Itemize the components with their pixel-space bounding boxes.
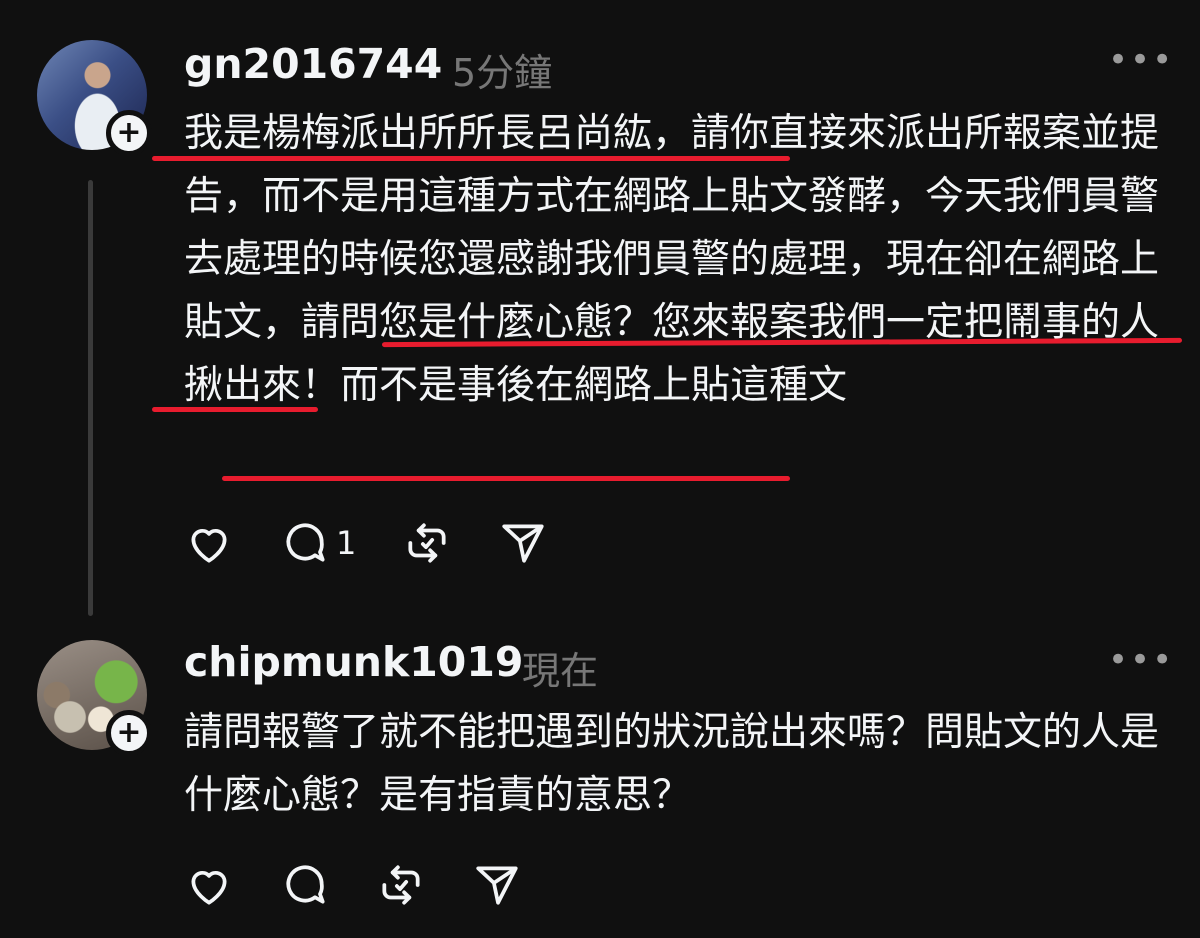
post-text: 我是楊梅派出所所長呂尚紘，請你直接來派出所報案並提告，而不是用這種方式在網路上貼… [184, 111, 1160, 408]
follow-plus-icon[interactable]: + [106, 710, 152, 756]
red-underline-annotation [152, 156, 790, 161]
repost-button[interactable] [402, 518, 452, 568]
follow-plus-icon[interactable]: + [106, 110, 152, 156]
like-button[interactable] [184, 518, 234, 568]
timestamp: 現在 [522, 649, 599, 693]
post-actions: 1 [184, 518, 594, 568]
thread-line [88, 180, 93, 616]
share-button[interactable] [498, 518, 548, 568]
repost-icon [382, 865, 420, 905]
red-underline-annotation [152, 407, 318, 412]
send-icon [502, 524, 544, 563]
like-button[interactable] [184, 860, 234, 910]
repost-icon [408, 523, 446, 563]
red-underline-annotation [222, 476, 790, 481]
reply-button[interactable] [280, 860, 330, 910]
username[interactable]: chipmunk1019 [184, 638, 523, 686]
post-actions [184, 860, 568, 910]
timestamp: 5分鐘 [452, 51, 553, 95]
repost-button[interactable] [376, 860, 426, 910]
username[interactable]: gn2016744 [184, 40, 442, 88]
comment-icon [286, 523, 325, 562]
reply-button[interactable]: 1 [280, 518, 356, 568]
share-button[interactable] [472, 860, 522, 910]
comment-icon [286, 865, 325, 904]
heart-icon [191, 528, 227, 563]
post-text: 請問報警了就不能把遇到的狀況說出來嗎？問貼文的人是什麼心態？是有指責的意思？ [184, 710, 1160, 818]
send-icon [476, 866, 518, 905]
heart-icon [191, 870, 227, 905]
reply-count: 1 [336, 524, 357, 562]
more-options-icon[interactable]: ••• [1108, 40, 1174, 80]
more-options-icon[interactable]: ••• [1108, 640, 1174, 680]
